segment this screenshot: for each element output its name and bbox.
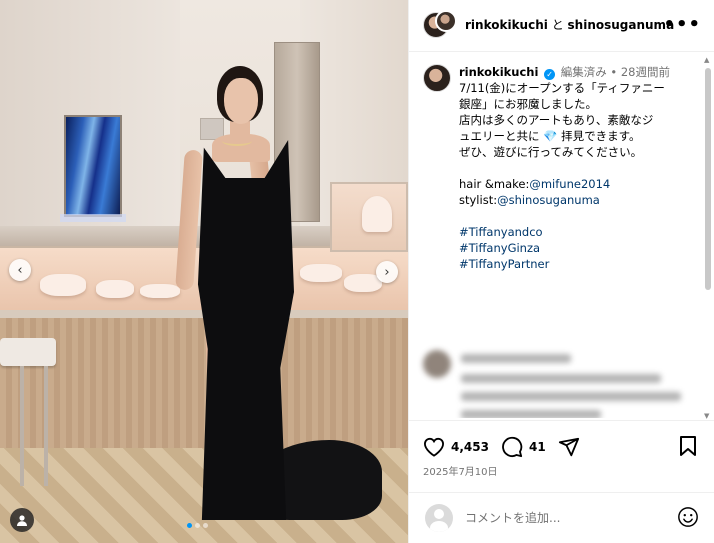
share-paper-plane-icon[interactable] — [558, 436, 580, 458]
post-actions: 4,453 41 2025年7月10日 — [409, 420, 714, 478]
diamond-emoji: 💎 — [543, 129, 558, 143]
hashtag-link[interactable]: #TiffanyGinza — [459, 240, 699, 256]
comment-input[interactable]: コメントを追加... — [465, 509, 560, 526]
carousel-dot — [187, 523, 192, 528]
caption-line: 7/11(金)にオープンする「ティファニー — [459, 81, 665, 95]
carousel-dot — [203, 523, 208, 528]
collaborator-username[interactable]: shinosuganuma — [568, 18, 675, 32]
post-date[interactable]: 2025年7月10日 — [423, 463, 498, 478]
scroll-thumb[interactable] — [705, 68, 711, 290]
face — [224, 78, 258, 124]
collab-separator: と — [547, 18, 568, 32]
caption-author-avatar[interactable] — [423, 64, 451, 92]
add-comment-bar: コメントを追加... — [409, 492, 714, 543]
caption-text: rinkokikuchi ✓ 編集済み • 28週間前 7/11(金)にオープン… — [459, 64, 699, 272]
caption-line: 拝見できます。 — [561, 129, 641, 143]
time-ago[interactable]: 28週間前 — [621, 65, 670, 79]
post-details-panel: rinkokikuchi と shinosuganuma ••• rinkoki… — [408, 0, 714, 543]
caption-line: ぜひ、遊びに行ってみてください。 — [459, 145, 643, 159]
hashtag-link[interactable]: #Tiffanyandco — [459, 224, 699, 240]
author-username[interactable]: rinkokikuchi — [465, 18, 548, 32]
hair-make-label: hair &make: — [459, 177, 530, 191]
caption-username[interactable]: rinkokikuchi — [459, 65, 538, 79]
current-user-avatar — [425, 504, 453, 532]
caption-line: ュエリーと共に — [459, 129, 540, 143]
commenter-avatar — [423, 350, 451, 378]
stylist-mention-link[interactable]: @shinosuganuma — [497, 193, 600, 207]
caption-line: 店内は多くのアートもあり、素敵なジ — [459, 113, 654, 127]
black-gown — [197, 140, 294, 520]
woman-in-black-gown — [0, 0, 408, 543]
caption-line: 銀座」にお邪魔しました。 — [459, 97, 597, 111]
edited-label: 編集済み — [560, 65, 607, 79]
more-horizontal-icon[interactable]: ••• — [663, 14, 701, 35]
comment-count[interactable]: 41 — [529, 440, 546, 454]
collaborator-avatar[interactable] — [435, 10, 457, 32]
carousel-next-arrow-icon[interactable]: › — [376, 261, 398, 283]
meta-dot: • — [606, 65, 621, 79]
post-authors: rinkokikuchi と shinosuganuma — [465, 16, 674, 33]
necklace — [222, 136, 252, 146]
bookmark-icon[interactable] — [677, 435, 699, 457]
scroll-down-icon[interactable]: ▼ — [704, 412, 709, 420]
carousel-dot — [195, 523, 200, 528]
caption-section: rinkokikuchi ✓ 編集済み • 28週間前 7/11(金)にオープン… — [409, 54, 709, 418]
post-photo[interactable]: ‹ › — [0, 0, 408, 543]
hashtag-link[interactable]: #TiffanyPartner — [459, 256, 699, 272]
hair-make-mention-link[interactable]: @mifune2014 — [529, 177, 610, 191]
blurred-comment — [423, 350, 703, 418]
caption-scrollbar[interactable]: ▲ ▼ — [704, 56, 712, 420]
comment-bubble-icon[interactable] — [501, 436, 523, 458]
scroll-up-icon[interactable]: ▲ — [704, 56, 709, 64]
carousel-dots — [187, 523, 208, 528]
like-count[interactable]: 4,453 — [451, 440, 489, 454]
heart-icon[interactable] — [423, 436, 445, 458]
stylist-label: stylist: — [459, 193, 498, 207]
emoji-smiley-icon[interactable] — [677, 506, 699, 532]
carousel-prev-arrow-icon[interactable]: ‹ — [9, 259, 31, 281]
tagged-user-icon[interactable] — [10, 508, 34, 532]
post-header: rinkokikuchi と shinosuganuma ••• — [409, 0, 714, 52]
verified-badge-icon: ✓ — [544, 69, 556, 80]
